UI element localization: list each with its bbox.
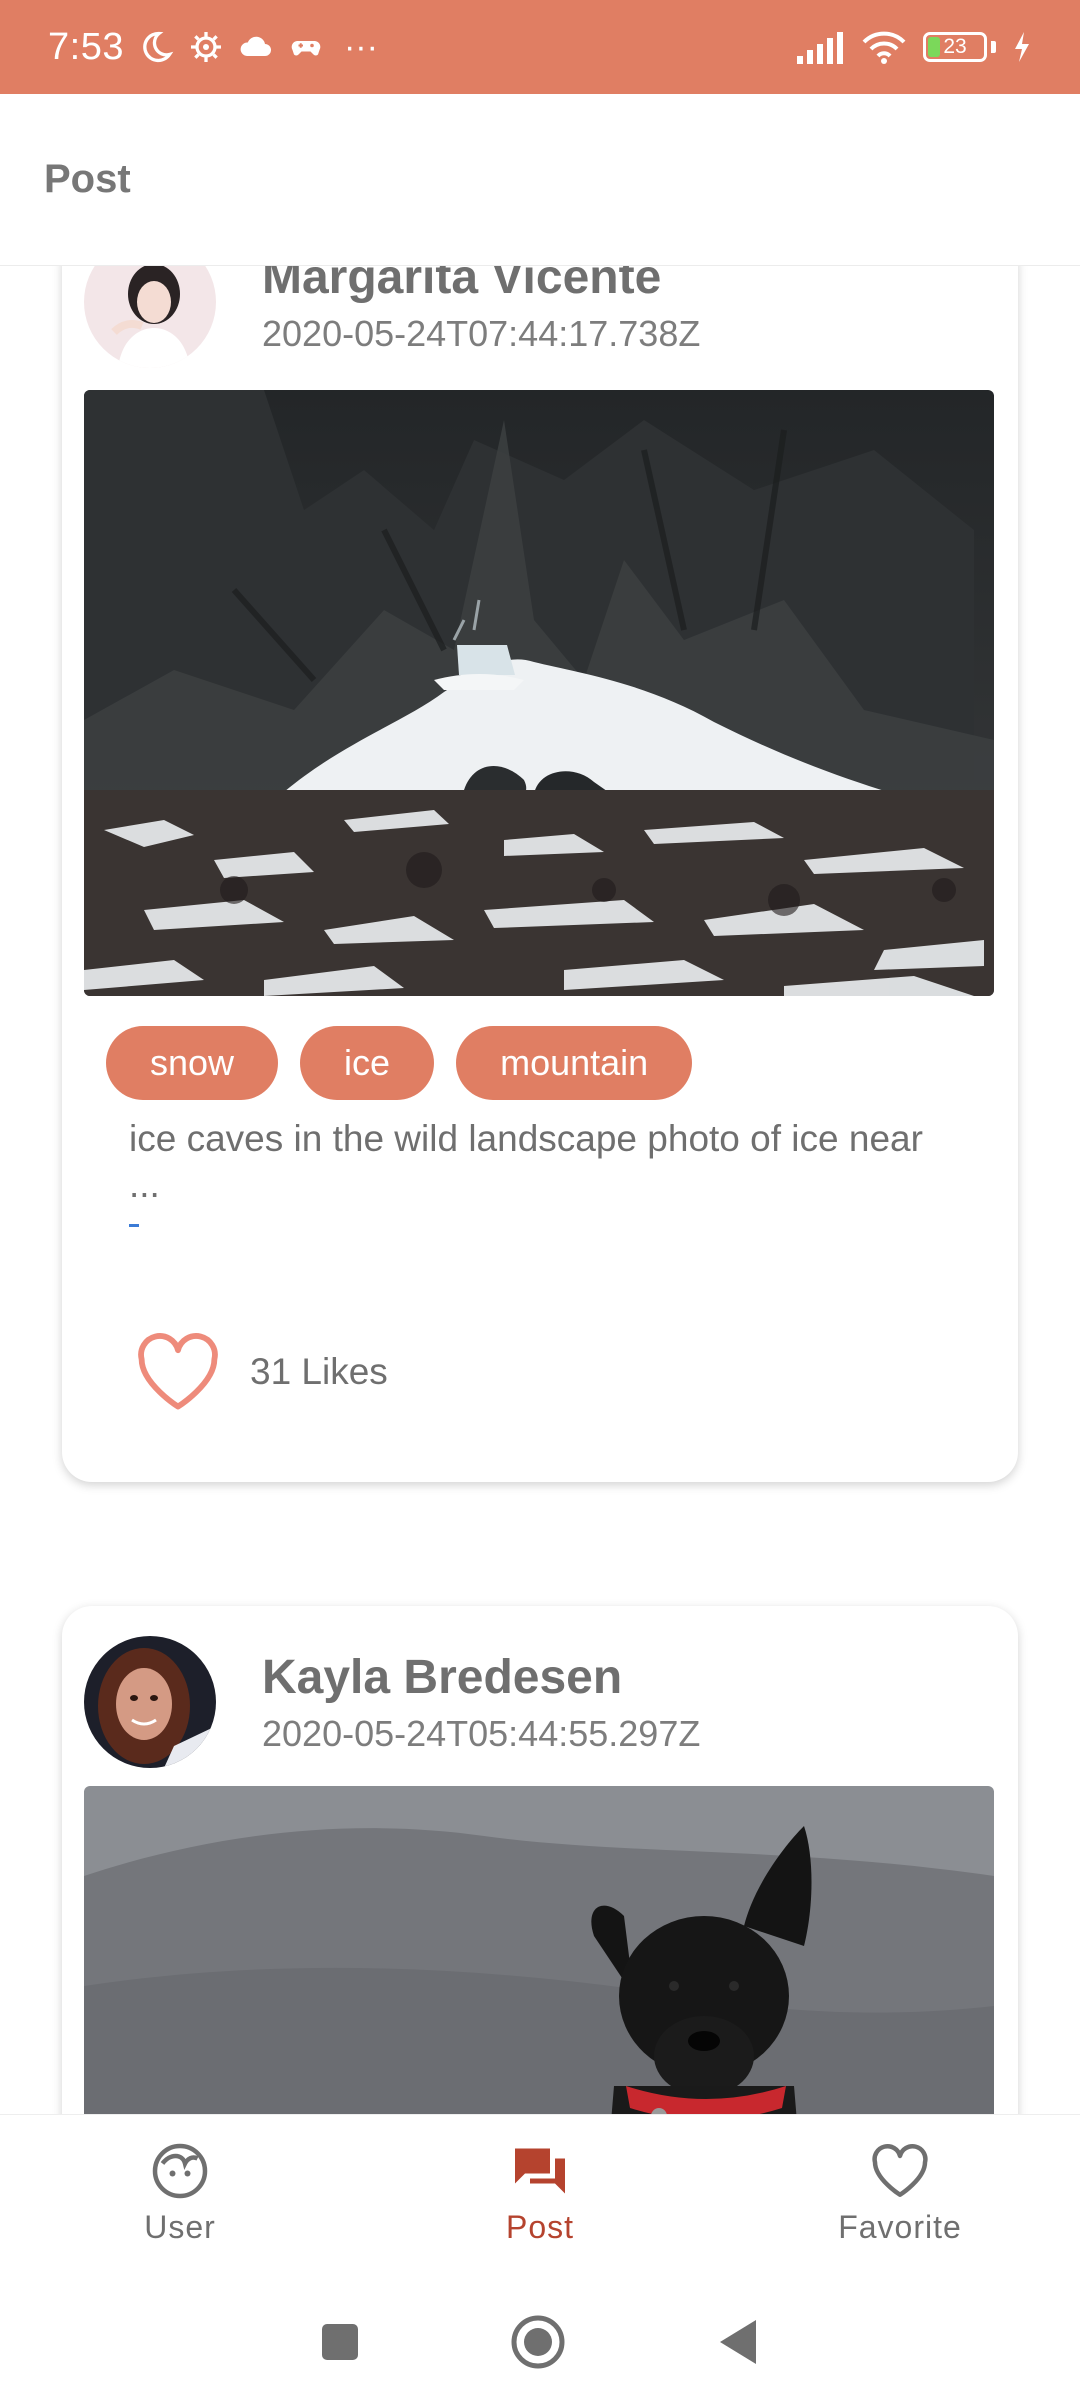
avatar-image	[84, 266, 216, 368]
chat-bubbles-icon	[515, 2148, 565, 2194]
cloud-icon	[240, 36, 271, 56]
user-info: Margarita Vicente 2020-05-24T07:44:17.73…	[262, 266, 700, 355]
ice-cave-photo	[84, 390, 994, 996]
status-time: 7:53	[48, 25, 124, 68]
tag-chip[interactable]: mountain	[456, 1026, 693, 1100]
post-card[interactable]: Kayla Bredesen 2020-05-24T05:44:55.297Z	[62, 1606, 1018, 2114]
recent-apps-icon[interactable]	[320, 2322, 360, 2362]
post-header: Kayla Bredesen 2020-05-24T05:44:55.297Z	[84, 1636, 700, 1768]
heart-icon[interactable]	[134, 1332, 222, 1412]
page-title: Post	[44, 157, 131, 201]
tag-list: snow ice mountain	[106, 1026, 693, 1100]
status-bar: 7:53 ··· 23	[0, 0, 1080, 94]
post-header: Margarita Vicente 2020-05-24T07:44:17.73…	[84, 266, 700, 368]
avatar-image	[84, 1636, 216, 1768]
user-name[interactable]: Margarita Vicente	[262, 266, 700, 305]
battery-fill	[928, 37, 940, 57]
post-card[interactable]: Margarita Vicente 2020-05-24T07:44:17.73…	[62, 266, 1018, 1482]
battery-icon: 23	[923, 32, 987, 62]
likes-row: 31 Likes	[134, 1332, 388, 1412]
more-dots-icon: ···	[343, 27, 378, 66]
bottom-nav: User Post Favorite	[0, 2114, 1080, 2284]
settings-icon	[190, 32, 221, 62]
post-date: 2020-05-24T05:44:55.297Z	[262, 1712, 701, 1754]
back-icon[interactable]	[716, 2318, 760, 2366]
status-left: 7:53 ···	[48, 26, 378, 69]
user-info: Kayla Bredesen 2020-05-24T05:44:55.297Z	[262, 1650, 700, 1755]
post-description: ice caves in the wild landscape photo of…	[129, 1118, 923, 1205]
home-icon[interactable]	[510, 2314, 566, 2370]
avatar[interactable]	[84, 1636, 216, 1768]
battery-cap	[991, 41, 996, 53]
nav-item-post[interactable]: Post	[360, 2115, 720, 2284]
post-image[interactable]	[84, 390, 994, 996]
user-face-icon	[152, 2143, 208, 2199]
system-nav-bar	[0, 2284, 1080, 2400]
nav-label: Favorite	[838, 2209, 962, 2245]
moon-icon	[143, 31, 174, 63]
nav-label: Post	[505, 2209, 575, 2245]
charging-icon	[1015, 32, 1029, 62]
post-link[interactable]	[129, 1224, 139, 1227]
post-date: 2020-05-24T07:44:17.738Z	[262, 312, 701, 354]
status-right: 23	[795, 30, 1032, 64]
screen: 7:53 ··· 23 Post Margarita Vicente 2020-…	[0, 0, 1080, 2400]
tag-chip[interactable]: snow	[106, 1026, 279, 1100]
user-name[interactable]: Kayla Bredesen	[262, 1650, 700, 1705]
likes-count: 31 Likes	[250, 1351, 388, 1392]
battery-level: 23	[943, 35, 967, 58]
wifi-icon	[862, 31, 906, 64]
gamepad-icon	[291, 41, 321, 56]
post-feed[interactable]: Margarita Vicente 2020-05-24T07:44:17.73…	[0, 266, 1080, 2114]
post-image[interactable]	[84, 1786, 994, 2114]
nav-item-favorite[interactable]: Favorite	[720, 2115, 1080, 2284]
avatar[interactable]	[84, 266, 216, 368]
heart-icon	[872, 2144, 928, 2197]
nav-label: User	[144, 2209, 216, 2245]
nav-item-user[interactable]: User	[0, 2115, 360, 2284]
app-bar: Post	[0, 94, 1080, 266]
signal-icon	[797, 32, 843, 64]
dog-photo	[84, 1786, 994, 2114]
tag-chip[interactable]: ice	[300, 1026, 435, 1100]
